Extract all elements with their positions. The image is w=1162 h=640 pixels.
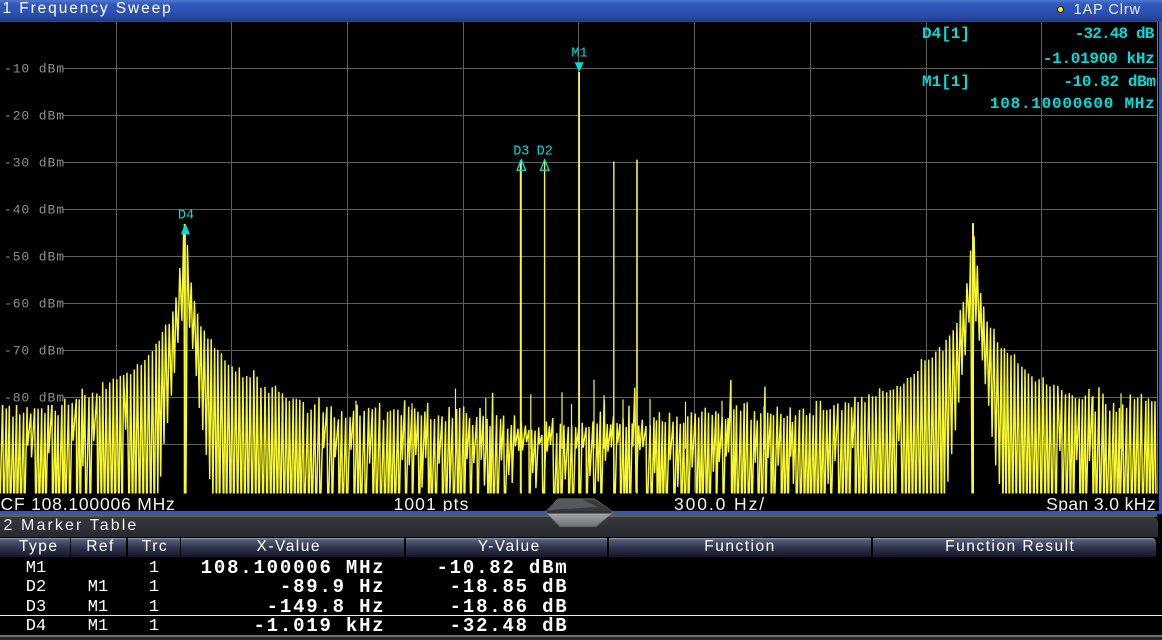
svg-text:-10 dBm: -10 dBm [4,62,65,77]
svg-text:-40 dBm: -40 dBm [4,203,65,218]
svg-text:D2: D2 [537,145,553,160]
svg-text:-80 dBm: -80 dBm [4,391,65,406]
svg-text:D4: D4 [178,209,194,224]
svg-text:-70 dBm: -70 dBm [4,344,65,359]
svg-text:D3: D3 [513,145,529,160]
svg-text:-60 dBm: -60 dBm [4,297,65,312]
svg-text:-30 dBm: -30 dBm [4,156,65,171]
svg-text:-50 dBm: -50 dBm [4,250,65,265]
svg-text:M1: M1 [571,47,587,62]
svg-text:-20 dBm: -20 dBm [4,109,65,124]
